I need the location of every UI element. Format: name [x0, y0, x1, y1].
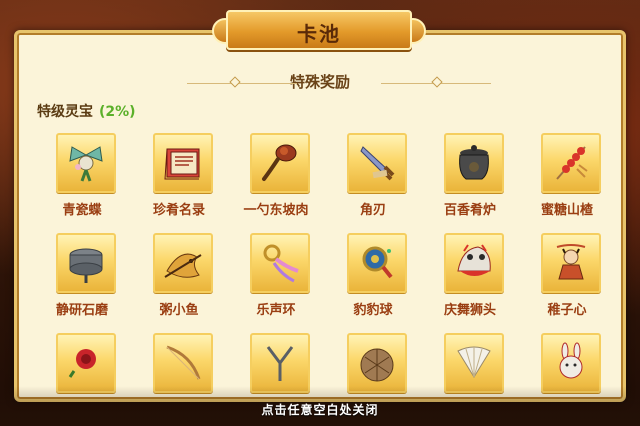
bow-icon [166, 345, 201, 380]
item-frame [56, 133, 116, 193]
section-header: 特殊奖励 [17, 71, 623, 92]
leopard-ball-icon [362, 246, 393, 279]
tier-heading: 特级灵宝 (2%) [37, 101, 136, 121]
candied-hawthorn-icon [556, 146, 588, 180]
item-frame [541, 333, 601, 393]
item-label: 青瓷蝶 [62, 203, 102, 218]
section-title: 特殊奖励 [289, 73, 350, 91]
music-ring-icon [263, 244, 299, 283]
item-label: 乐声环 [256, 303, 296, 318]
item-label: 静研石磨 [55, 303, 108, 318]
item-frame [250, 333, 310, 393]
celadon-butterfly-icon [69, 146, 103, 182]
item-label: 角刃 [359, 203, 386, 218]
item-label: 稚子心 [547, 303, 587, 318]
tongs-icon [266, 346, 294, 381]
divider-left [187, 83, 297, 84]
item-frame [541, 133, 601, 193]
item-frame [56, 333, 116, 393]
reward-panel: 特殊奖励 特级灵宝 (2%) 青瓷蝶 珍肴名录 一勺东坡肉 角刃 百香肴炉 蜜糖… [14, 30, 626, 402]
ladle-icon [262, 144, 297, 181]
item-label: 珍肴名录 [152, 203, 205, 218]
item-frame [153, 233, 213, 293]
item-frame [56, 233, 116, 293]
title-plaque: 卡池 [212, 10, 426, 50]
item-label: 百香肴炉 [443, 203, 496, 218]
blade-icon [360, 146, 395, 181]
item-label: 蜜糖山楂 [540, 203, 593, 218]
folding-fan-icon [457, 346, 491, 378]
item-frame [153, 133, 213, 193]
item-frame [444, 133, 504, 193]
item-label: 一勺东坡肉 [243, 203, 309, 218]
close-hint[interactable]: 点击任意空白处关闭 [0, 401, 640, 418]
item-frame [250, 233, 310, 293]
tier-name: 特级灵宝 [37, 104, 93, 120]
cooking-pot-icon [459, 145, 489, 180]
item-frame [541, 233, 601, 293]
item-frame [444, 333, 504, 393]
item-frame [250, 133, 310, 193]
item-frame [347, 133, 407, 193]
child-doll-icon [556, 244, 586, 280]
golden-fish-icon [164, 253, 202, 278]
item-label: 庆舞狮头 [443, 303, 496, 318]
item-label: 豹豹球 [353, 303, 393, 318]
item-frame [347, 233, 407, 293]
lion-dance-head-icon [457, 244, 491, 276]
recipe-book-icon [164, 148, 200, 180]
item-label: 粥小鱼 [159, 303, 199, 318]
rabbit-toy-icon [559, 342, 583, 379]
stone-mill-icon [69, 248, 103, 283]
woven-basket-icon [360, 348, 394, 382]
red-flower-icon [68, 349, 96, 378]
page-title: 卡池 [297, 22, 341, 46]
item-frame [444, 233, 504, 293]
item-frame [153, 333, 213, 393]
item-frame [347, 333, 407, 393]
tier-percent: (2%) [99, 104, 136, 120]
